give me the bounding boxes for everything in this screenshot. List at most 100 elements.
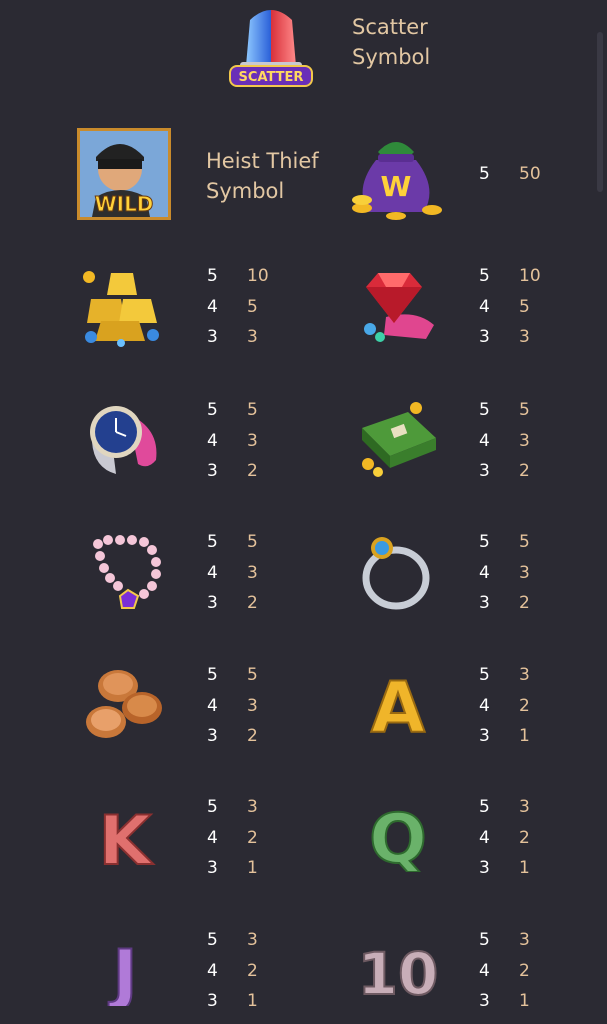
pay-count: 4 xyxy=(479,695,490,716)
pay-value: 1 xyxy=(519,858,530,878)
paytable-coins: 5 5 4 3 3 2 xyxy=(207,660,287,752)
pay-value: 50 xyxy=(519,164,541,184)
pay-value: 3 xyxy=(519,930,530,950)
pay-count: 4 xyxy=(207,296,218,317)
scrollbar-thumb[interactable] xyxy=(597,32,603,192)
letter-q-icon: Q xyxy=(368,800,428,872)
pay-value: 2 xyxy=(519,593,530,613)
pay-count: 3 xyxy=(207,858,218,878)
pay-count: 3 xyxy=(479,593,490,613)
pay-count: 3 xyxy=(479,327,490,347)
pay-count: 5 xyxy=(479,400,490,420)
pay-value: 3 xyxy=(247,930,258,950)
number-ten-icon: 10 xyxy=(357,939,440,1002)
letter-k-text: K xyxy=(99,802,154,872)
pay-count: 5 xyxy=(207,400,218,420)
pay-count: 3 xyxy=(207,593,218,613)
letter-a-text: A xyxy=(371,668,425,740)
pay-count: 3 xyxy=(479,858,490,878)
pay-count: 5 xyxy=(207,930,218,950)
pay-count: 5 xyxy=(479,532,490,552)
pay-value: 1 xyxy=(519,991,530,1011)
pay-value: 3 xyxy=(247,695,258,716)
pay-value: 5 xyxy=(247,665,258,685)
paytable-ten: 5 3 4 2 3 1 xyxy=(479,925,559,1017)
paytable-gold: 5 10 4 5 3 3 xyxy=(207,261,287,353)
pay-value: 3 xyxy=(247,327,258,347)
pay-count: 4 xyxy=(207,562,218,583)
pay-value: 2 xyxy=(519,827,530,848)
pay-value: 3 xyxy=(519,327,530,347)
wild-badge-text: WILD xyxy=(95,192,154,216)
cash-stack-icon xyxy=(362,402,436,477)
pay-value: 2 xyxy=(247,461,258,481)
paytable-cash: 5 5 4 3 3 2 xyxy=(479,395,559,487)
gold-bars-icon xyxy=(83,271,159,347)
pay-value: 3 xyxy=(247,430,258,451)
thief-wild-icon: WILD xyxy=(77,128,171,220)
pay-count: 4 xyxy=(479,296,490,317)
pay-count: 5 xyxy=(207,266,218,286)
pay-count: 3 xyxy=(207,461,218,481)
pay-value: 2 xyxy=(519,960,530,981)
pay-count: 5 xyxy=(479,665,490,685)
pay-count: 4 xyxy=(479,827,490,848)
pay-count: 5 xyxy=(479,797,490,817)
pay-value: 10 xyxy=(247,266,269,286)
pay-count: 4 xyxy=(207,827,218,848)
pay-value: 2 xyxy=(247,827,258,848)
pay-value: 3 xyxy=(247,797,258,817)
pay-value: 5 xyxy=(247,400,258,420)
pay-value: 1 xyxy=(247,991,258,1011)
pay-count: 5 xyxy=(479,266,490,286)
letter-q-text: Q xyxy=(369,800,427,872)
pay-count: 5 xyxy=(479,930,490,950)
pay-value: 5 xyxy=(247,296,258,317)
wild-label: Heist Thief Symbol xyxy=(206,149,319,203)
paytable-ruby: 5 10 4 5 3 3 xyxy=(479,261,559,353)
pay-value: 5 xyxy=(519,532,530,552)
pay-count: 3 xyxy=(207,327,218,347)
letter-j-icon: J xyxy=(107,935,138,1006)
pay-value: 3 xyxy=(519,797,530,817)
ruby-gem-icon xyxy=(364,273,434,342)
pay-count: 4 xyxy=(207,430,218,451)
pay-count: 3 xyxy=(479,461,490,481)
pearl-necklace-icon xyxy=(93,535,161,609)
pay-value: 3 xyxy=(247,562,258,583)
pay-count: 3 xyxy=(207,726,218,746)
pay-value: 1 xyxy=(247,858,258,878)
coins-icon xyxy=(86,670,162,738)
pay-value: 5 xyxy=(247,532,258,552)
paytable-ring: 5 5 4 3 3 2 xyxy=(479,527,559,619)
paytable-a: 5 3 4 2 3 1 xyxy=(479,660,559,752)
pay-count: 4 xyxy=(479,562,490,583)
scatter-badge-text: SCATTER xyxy=(239,70,304,85)
pay-value: 2 xyxy=(247,960,258,981)
pay-count: 5 xyxy=(479,164,490,184)
paytable-watch: 5 5 4 3 3 2 xyxy=(207,395,287,487)
pay-count: 4 xyxy=(479,960,490,981)
pay-value: 2 xyxy=(247,593,258,613)
scatter-label: Scatter Symbol xyxy=(352,15,431,69)
pay-count: 3 xyxy=(479,991,490,1011)
pay-value: 2 xyxy=(519,695,530,716)
letter-k-icon: K xyxy=(98,801,155,872)
pay-count: 4 xyxy=(479,430,490,451)
pay-count: 3 xyxy=(207,991,218,1011)
pay-count: 5 xyxy=(207,665,218,685)
paytable-necklace: 5 5 4 3 3 2 xyxy=(207,527,287,619)
pay-value: 2 xyxy=(519,461,530,481)
pay-count: 4 xyxy=(207,695,218,716)
letter-j-text: J xyxy=(108,936,137,1006)
pay-value: 3 xyxy=(519,665,530,685)
pay-count: 5 xyxy=(207,532,218,552)
pay-value: 10 xyxy=(519,266,541,286)
paytable-j: 5 3 4 2 3 1 xyxy=(207,925,287,1017)
pay-value: 5 xyxy=(519,400,530,420)
number-ten-text: 10 xyxy=(358,940,439,1002)
pay-value: 3 xyxy=(519,430,530,451)
ring-icon xyxy=(362,537,430,610)
pay-value: 2 xyxy=(247,726,258,746)
bag-letter: W xyxy=(381,170,412,203)
